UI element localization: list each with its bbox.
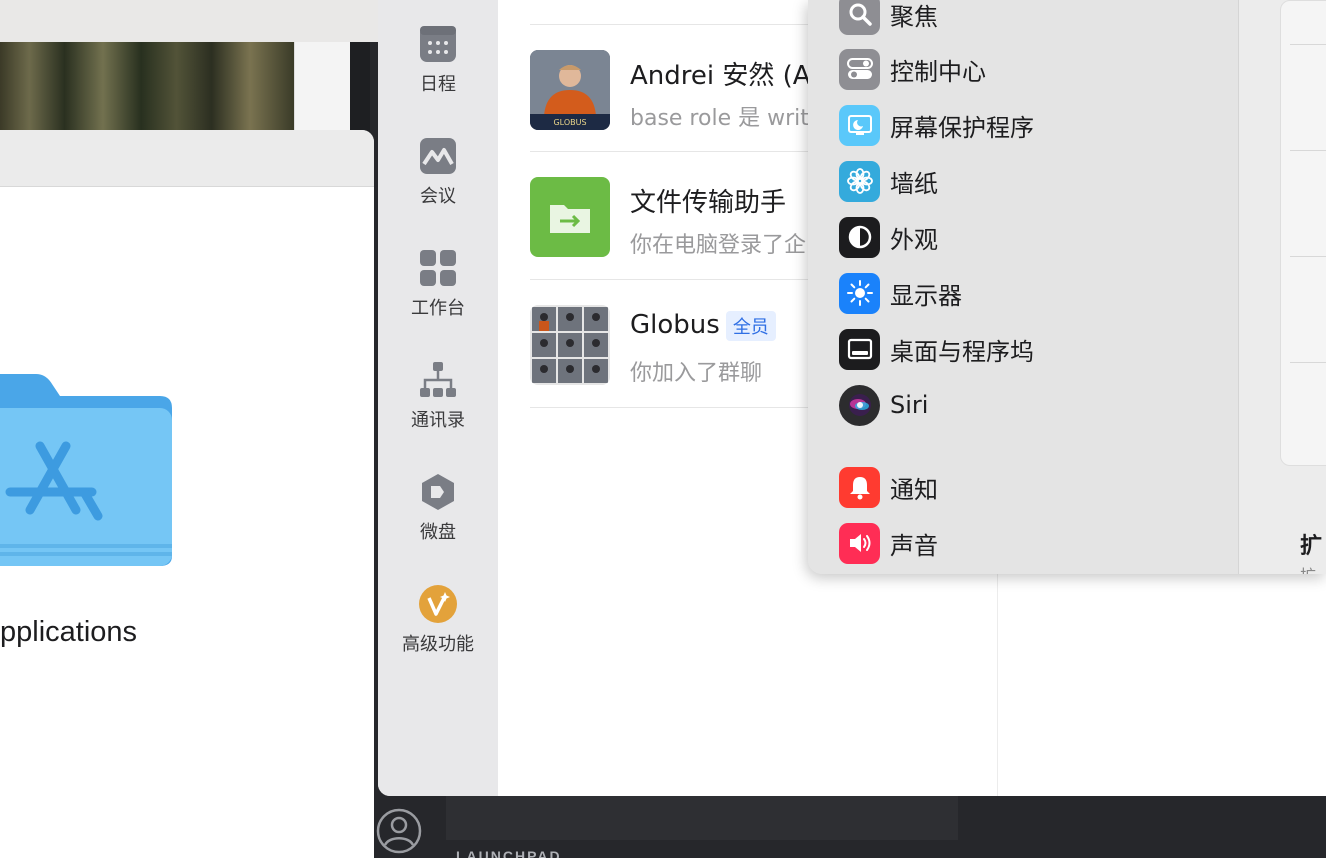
nav-item-contacts[interactable]: 通讯录	[378, 360, 498, 432]
flower-icon	[839, 160, 880, 202]
nav-label: 日程	[420, 74, 456, 95]
dock-icon	[839, 328, 880, 370]
settings-item-label: 墙纸	[890, 169, 938, 198]
appearance-icon	[839, 216, 880, 258]
nav-label: 工作台	[411, 298, 465, 319]
nav-label: 微盘	[420, 522, 456, 543]
nav-item-workbench[interactable]: 工作台	[378, 248, 498, 320]
folder-label: pplications	[0, 616, 138, 648]
finder-titlebar[interactable]	[0, 130, 374, 187]
row-separator	[1290, 44, 1326, 45]
nav-item-meeting[interactable]: 会议	[378, 136, 498, 208]
chat-preview: 你在电脑登录了企	[630, 233, 807, 258]
settings-item-siri[interactable]: Siri	[839, 384, 928, 426]
detail-card	[1280, 0, 1326, 466]
all-members-badge: 全员	[725, 310, 776, 341]
settings-item-label: 通知	[890, 475, 938, 504]
finder-window: pplications	[0, 130, 374, 858]
group-avatar	[530, 305, 610, 385]
row-separator	[1290, 256, 1326, 257]
settings-item-desktop-dock[interactable]: 桌面与程序坞	[839, 328, 1034, 370]
chat-name: Globus	[630, 310, 720, 340]
settings-detail-pane: 扩 扩	[1240, 0, 1326, 574]
ide-panel-bar	[446, 796, 958, 840]
settings-item-label: Siri	[890, 391, 929, 419]
settings-item-label: 声音	[890, 531, 938, 560]
settings-item-spotlight[interactable]: 聚焦	[839, 0, 938, 35]
nav-item-calendar[interactable]: 日程	[378, 24, 498, 96]
settings-item-label: 控制中心	[890, 57, 986, 86]
detail-subtext: 扩	[1300, 562, 1316, 574]
settings-item-label: 屏幕保护程序	[890, 113, 1034, 142]
chat-name: Andrei 安然 (A	[630, 61, 811, 91]
row-separator	[1290, 150, 1326, 151]
wecom-sidebar: 日程 会议 工作台 通讯录 微盘 高级功能	[378, 0, 498, 796]
siri-icon	[839, 384, 880, 426]
chat-preview: base role 是 writ	[630, 106, 809, 131]
settings-item-label: 外观	[890, 225, 938, 254]
magnifier-icon	[839, 0, 880, 35]
forest-photo	[0, 42, 294, 130]
settings-item-appearance[interactable]: 外观	[839, 216, 938, 258]
nav-item-premium[interactable]: 高级功能	[378, 584, 498, 656]
nav-label: 通讯录	[411, 410, 465, 431]
premium-icon	[419, 585, 457, 623]
meeting-icon	[420, 138, 456, 174]
finder-top-window	[0, 0, 378, 42]
workbench-icon	[420, 250, 456, 286]
avatar-caption: GLOBUS	[553, 118, 586, 127]
settings-item-label: 桌面与程序坞	[890, 337, 1034, 366]
calendar-icon	[420, 26, 456, 62]
chat-preview: 你加入了群聊	[630, 361, 763, 386]
account-icon[interactable]	[376, 808, 422, 854]
settings-item-sound[interactable]: 声音	[839, 522, 938, 564]
nav-item-drive[interactable]: 微盘	[378, 472, 498, 544]
settings-item-control-center[interactable]: 控制中心	[839, 48, 986, 90]
settings-item-wallpaper[interactable]: 墙纸	[839, 160, 938, 202]
toggles-icon	[839, 48, 880, 90]
avatar: GLOBUS	[530, 50, 610, 130]
system-settings-window: 聚焦 控制中心 屏幕保护程序 墙纸 外观 显示器 桌面与程序坞 Siri 通知 …	[808, 0, 1326, 574]
detail-heading: 扩	[1300, 534, 1323, 559]
settings-item-displays[interactable]: 显示器	[839, 272, 962, 314]
drive-icon	[422, 474, 454, 510]
settings-item-label: 聚焦	[890, 2, 938, 31]
row-separator	[1290, 362, 1326, 363]
settings-item-notifications[interactable]: 通知	[839, 466, 938, 508]
nav-label: 高级功能	[402, 634, 474, 655]
applications-folder-icon[interactable]	[0, 366, 174, 566]
settings-item-screensaver[interactable]: 屏幕保护程序	[839, 104, 1034, 146]
nav-label: 会议	[420, 186, 456, 207]
contacts-icon	[420, 362, 456, 397]
screensaver-icon	[839, 104, 880, 146]
settings-sidebar: 聚焦 控制中心 屏幕保护程序 墙纸 外观 显示器 桌面与程序坞 Siri 通知 …	[808, 0, 1239, 574]
chat-name: 文件传输助手	[630, 188, 787, 218]
photo-side-panel	[294, 42, 350, 130]
file-transfer-icon	[530, 177, 610, 257]
speaker-icon	[839, 522, 880, 564]
sun-icon	[839, 272, 880, 314]
launchpad-section-label[interactable]: LAUNCHPAD	[456, 848, 562, 858]
bell-icon	[839, 466, 880, 508]
settings-item-label: 显示器	[890, 281, 962, 310]
chat-name-with-badge: Globus 全员	[630, 310, 776, 341]
